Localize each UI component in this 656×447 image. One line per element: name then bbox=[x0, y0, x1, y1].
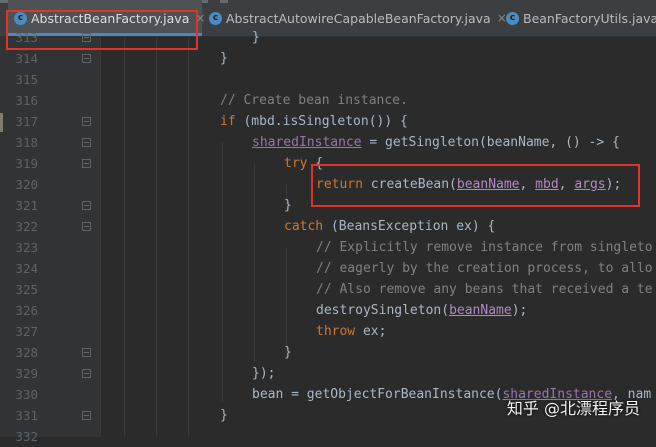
line-number: 329 bbox=[15, 366, 38, 381]
keyword: throw bbox=[316, 324, 356, 339]
code-text: ); bbox=[511, 303, 528, 318]
indent-guide bbox=[222, 142, 223, 402]
code-text: destroySingleton( bbox=[316, 303, 450, 318]
param-ref: beanName bbox=[449, 303, 512, 318]
code-text: (BeansException ex) { bbox=[323, 219, 496, 234]
line-number: 320 bbox=[15, 177, 38, 192]
tab-bean-factory-utils[interactable]: c BeanFactoryUtils.java bbox=[502, 0, 656, 36]
keyword: if bbox=[220, 114, 236, 129]
line-number: 326 bbox=[15, 303, 38, 318]
code-line: throw ex; bbox=[316, 321, 386, 342]
line-number: 318 bbox=[15, 135, 38, 150]
line-number: 321 bbox=[15, 198, 38, 213]
fold-icon[interactable] bbox=[82, 159, 91, 168]
line-number: 331 bbox=[15, 408, 38, 423]
line-number: 325 bbox=[15, 282, 38, 297]
field-ref: sharedInstance bbox=[252, 135, 362, 150]
fold-icon[interactable] bbox=[82, 369, 91, 378]
code-text: bean = getObjectForBeanInstance( bbox=[252, 387, 503, 402]
code-line: if (mbd.isSingleton()) { bbox=[220, 111, 408, 132]
line-number: 328 bbox=[15, 345, 38, 360]
line-number: 319 bbox=[15, 156, 38, 171]
code-line: } bbox=[220, 51, 228, 66]
indent-guide bbox=[124, 37, 125, 437]
line-number: 322 bbox=[15, 219, 38, 234]
fold-icon[interactable] bbox=[82, 411, 91, 420]
fold-icon[interactable] bbox=[82, 117, 91, 126]
code-line: }); bbox=[252, 366, 276, 381]
code-line: // eagerly by the creation process, to a… bbox=[316, 261, 653, 276]
tab-abstract-autowire-capable-bean-factory[interactable]: c AbstractAutowireCapableBeanFactory.jav… bbox=[205, 0, 507, 36]
keyword: catch bbox=[284, 219, 324, 234]
line-number: 330 bbox=[15, 387, 38, 402]
code-text: ex; bbox=[355, 324, 387, 339]
indent-guide bbox=[188, 37, 189, 437]
indent-guide bbox=[254, 163, 255, 363]
keyword: try bbox=[284, 156, 308, 171]
annotation-box-return-line bbox=[311, 164, 640, 207]
code-editor[interactable]: 313 314 315 316 317 318 319 320 321 322 … bbox=[0, 30, 656, 444]
gutter-divider bbox=[100, 37, 101, 437]
code-line: sharedInstance = getSingleton(beanName, … bbox=[252, 132, 620, 153]
tab-label: BeanFactoryUtils.java bbox=[523, 10, 656, 26]
code-line: } bbox=[284, 345, 292, 360]
code-line: destroySingleton(beanName); bbox=[316, 300, 527, 321]
watermark: 知乎 @北漂程序员 bbox=[506, 399, 640, 418]
change-marker bbox=[0, 113, 3, 132]
line-number: 314 bbox=[15, 51, 38, 66]
indent-guide bbox=[156, 37, 157, 437]
fold-icon[interactable] bbox=[82, 138, 91, 147]
code-line: } bbox=[284, 198, 292, 213]
line-number: 324 bbox=[15, 261, 38, 276]
code-line: // Also remove any beans that received a… bbox=[316, 282, 653, 297]
code-line: // Create bean instance. bbox=[220, 93, 408, 108]
indent-guide bbox=[286, 247, 287, 357]
code-text: = getSingleton(beanName, () -> { bbox=[361, 135, 620, 150]
line-number: 323 bbox=[15, 240, 38, 255]
fold-icon[interactable] bbox=[82, 201, 91, 210]
java-class-icon: c bbox=[506, 11, 519, 25]
code-line: catch (BeansException ex) { bbox=[284, 216, 495, 237]
code-line: } bbox=[220, 408, 228, 423]
code-line: // Explicitly remove instance from singl… bbox=[316, 240, 653, 255]
code-text: (mbd.isSingleton()) { bbox=[235, 114, 408, 129]
line-number: 316 bbox=[15, 93, 38, 108]
code-line: } bbox=[252, 30, 260, 45]
line-number: 327 bbox=[15, 324, 38, 339]
tab-label: AbstractAutowireCapableBeanFactory.java bbox=[226, 10, 491, 26]
annotation-box-tab bbox=[6, 10, 198, 50]
line-number: 315 bbox=[15, 72, 38, 87]
line-number: 317 bbox=[15, 114, 38, 129]
fold-icon[interactable] bbox=[82, 348, 91, 357]
java-class-icon: c bbox=[209, 11, 222, 25]
fold-icon[interactable] bbox=[82, 222, 91, 231]
fold-icon[interactable] bbox=[82, 54, 91, 63]
